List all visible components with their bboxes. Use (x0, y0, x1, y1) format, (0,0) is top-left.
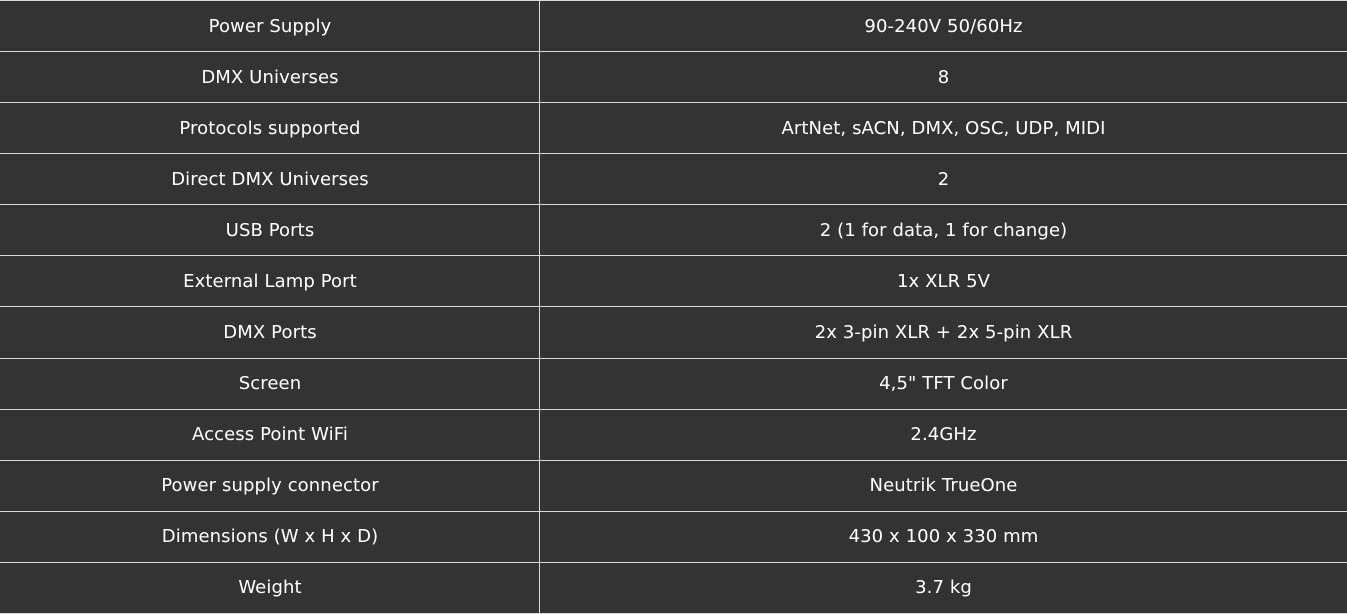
spec-value: Neutrik TrueOne (539, 459, 1347, 512)
spec-label: Protocols supported (0, 102, 540, 155)
spec-value: 8 (539, 51, 1347, 104)
spec-value: 430 x 100 x 330 mm (539, 510, 1347, 563)
spec-label: DMX Ports (0, 306, 540, 359)
spec-label: DMX Universes (0, 51, 540, 104)
table-row: Protocols supported ArtNet, sACN, DMX, O… (0, 102, 1347, 155)
spec-value: 90-240V 50/60Hz (539, 0, 1347, 53)
spec-label: External Lamp Port (0, 255, 540, 308)
table-row: Power supply connector Neutrik TrueOne (0, 459, 1347, 512)
spec-value: 2.4GHz (539, 408, 1347, 461)
table-row: Screen 4,5" TFT Color (0, 357, 1347, 410)
spec-value: 2 (539, 153, 1347, 206)
table-row: Weight 3.7 kg (0, 561, 1347, 614)
spec-label: Screen (0, 357, 540, 410)
spec-value: ArtNet, sACN, DMX, OSC, UDP, MIDI (539, 102, 1347, 155)
spec-label: Access Point WiFi (0, 408, 540, 461)
spec-value: 2x 3-pin XLR + 2x 5-pin XLR (539, 306, 1347, 359)
table-row: Access Point WiFi 2.4GHz (0, 408, 1347, 461)
table-row: DMX Ports 2x 3-pin XLR + 2x 5-pin XLR (0, 306, 1347, 359)
spec-label: Power supply connector (0, 459, 540, 512)
spec-label: Dimensions (W x H x D) (0, 510, 540, 563)
spec-value: 3.7 kg (539, 561, 1347, 614)
spec-table: Power Supply 90-240V 50/60Hz DMX Univers… (0, 0, 1347, 614)
spec-value: 2 (1 for data, 1 for change) (539, 204, 1347, 257)
table-row: Direct DMX Universes 2 (0, 153, 1347, 206)
table-row: Dimensions (W x H x D) 430 x 100 x 330 m… (0, 510, 1347, 563)
spec-value: 1x XLR 5V (539, 255, 1347, 308)
spec-label: Power Supply (0, 0, 540, 53)
table-row: DMX Universes 8 (0, 51, 1347, 104)
table-row: External Lamp Port 1x XLR 5V (0, 255, 1347, 308)
spec-value: 4,5" TFT Color (539, 357, 1347, 410)
spec-label: USB Ports (0, 204, 540, 257)
spec-label: Weight (0, 561, 540, 614)
table-row: USB Ports 2 (1 for data, 1 for change) (0, 204, 1347, 257)
spec-label: Direct DMX Universes (0, 153, 540, 206)
table-row: Power Supply 90-240V 50/60Hz (0, 0, 1347, 53)
